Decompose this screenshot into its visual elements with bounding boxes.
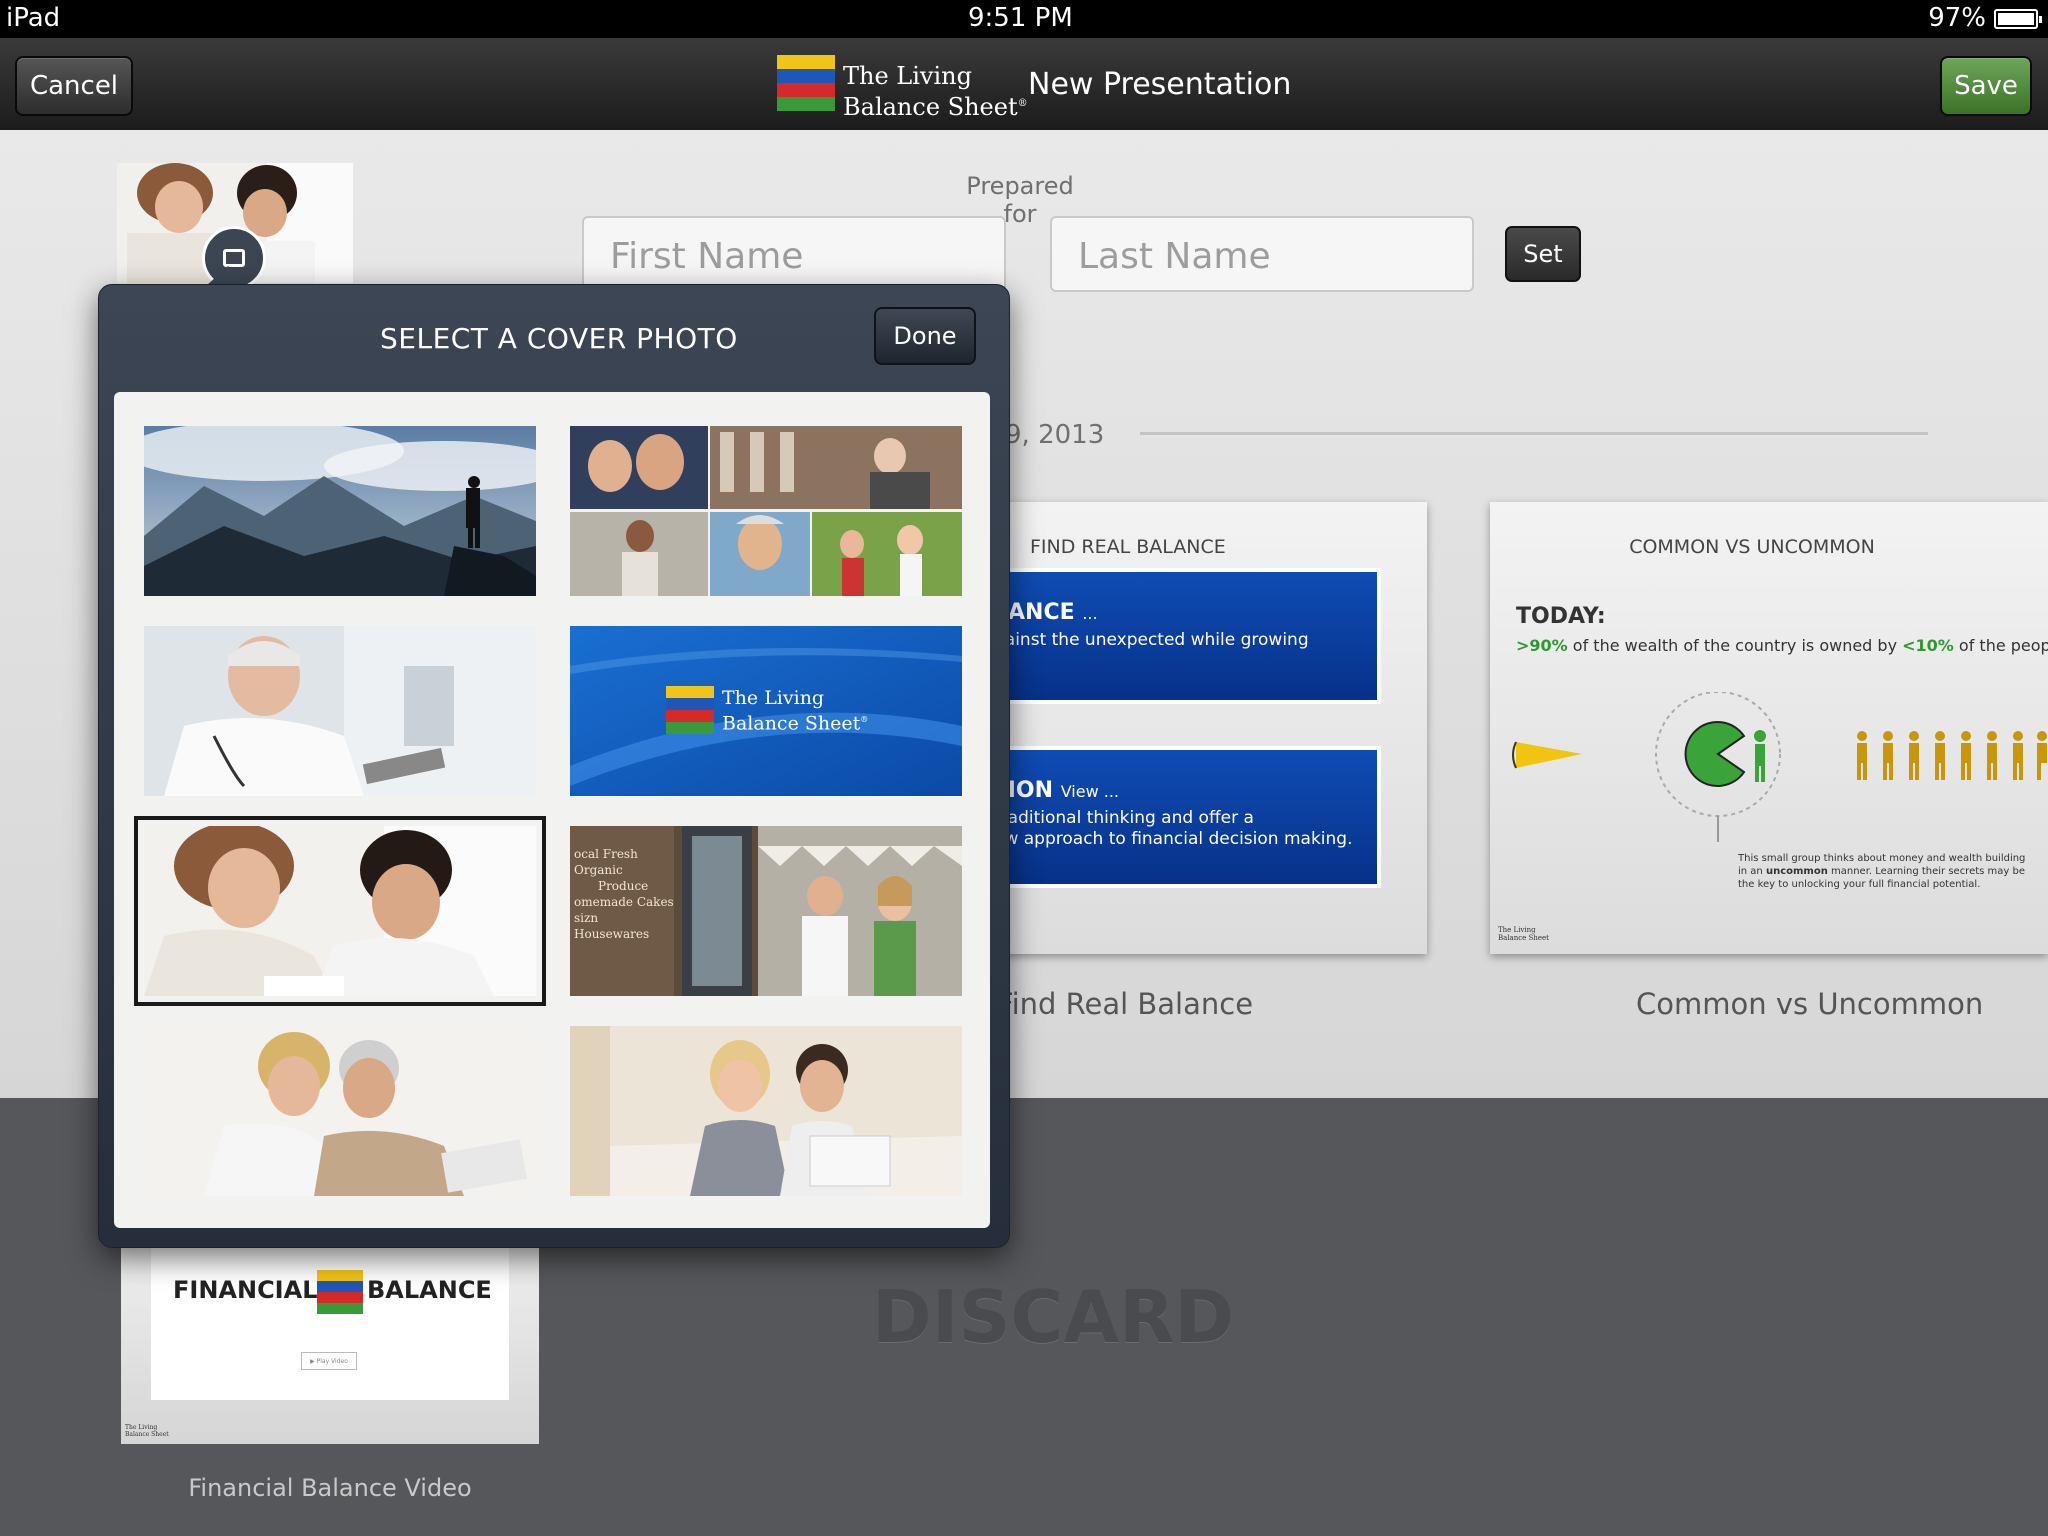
done-button[interactable]: Done: [874, 307, 976, 365]
brand-name: The Living Balance Sheet®: [843, 62, 1028, 121]
cover-photo-store-owners[interactable]: ocal Fresh Organic Produce omemade Cakes…: [570, 826, 962, 996]
cover-photo-mother-son[interactable]: [134, 816, 546, 1006]
popover-title: SELECT A COVER PHOTO: [380, 322, 738, 355]
slide-caption: Common vs Uncommon: [1636, 987, 1984, 1021]
slide-panel: MON View ... traditional thinking and of…: [990, 746, 1381, 888]
cover-photo-brand-logo[interactable]: The Living Balance Sheet®: [570, 626, 962, 796]
device-label: iPad: [6, 3, 61, 33]
slide-note: This small group thinks about money and …: [1738, 853, 2026, 890]
popover-arrow: [206, 266, 250, 286]
cover-photo-young-couple[interactable]: [570, 1026, 962, 1196]
cover-photo-family-collage[interactable]: [570, 426, 962, 596]
slide-find-real-balance[interactable]: FIND REAL BALANCE LANCE ... gainst the u…: [990, 502, 1427, 954]
set-button[interactable]: Set: [1505, 226, 1581, 282]
slide-common-vs-uncommon[interactable]: COMMON VS UNCOMMON TODAY: >90% of the we…: [1490, 502, 2048, 954]
slide-logo: The Living Balance Sheet: [125, 1424, 169, 1438]
video-word: BALANCE: [367, 1276, 492, 1304]
wealth-stat: >90% of the wealth of the country is own…: [1516, 636, 2048, 655]
store-sign: ocal Fresh Organic Produce omemade Cakes…: [574, 847, 674, 941]
presentation-date: 9, 2013: [1005, 420, 1105, 450]
battery-icon: [1994, 9, 2042, 29]
brand-name: The Living Balance Sheet®: [722, 687, 869, 735]
first-name-field[interactable]: First Name: [582, 216, 1006, 292]
slide-title: FIND REAL BALANCE: [1030, 536, 1226, 558]
video-preview: FINANCIAL BALANCE ▶ Play Video: [151, 1246, 509, 1400]
slide-caption: Financial Balance Video: [188, 1474, 472, 1502]
wealth-graphic: [1512, 692, 2047, 842]
brand-logo-icon: [777, 55, 835, 111]
divider: [1140, 432, 1928, 435]
slide-logo: The Living Balance Sheet: [1498, 926, 1549, 942]
cover-photo-doctor[interactable]: [144, 626, 536, 796]
video-word: FINANCIAL: [173, 1276, 318, 1304]
page-title: New Presentation: [1028, 67, 1292, 102]
slide-caption: Find Real Balance: [997, 987, 1254, 1021]
cancel-button[interactable]: Cancel: [15, 56, 133, 116]
cover-photo-mountain[interactable]: [144, 426, 536, 596]
cover-photo-grid: The Living Balance Sheet® ocal Fresh Org…: [114, 392, 990, 1228]
slide-panel: LANCE ... gainst the unexpected while gr…: [990, 568, 1381, 704]
discard-drop-zone[interactable]: DISCARD: [872, 1275, 1234, 1359]
today-label: TODAY:: [1516, 604, 1606, 629]
last-name-field[interactable]: Last Name: [1050, 216, 1474, 292]
play-video-button[interactable]: ▶ Play Video: [301, 1352, 357, 1370]
clock: 9:51 PM: [968, 3, 1073, 33]
cover-photo-senior-couple[interactable]: [144, 1026, 536, 1196]
slide-title: COMMON VS UNCOMMON: [1629, 536, 1875, 558]
save-button[interactable]: Save: [1940, 56, 2032, 116]
photo-icon: [223, 249, 245, 267]
status-bar: iPad 9:51 PM 97%: [0, 0, 2048, 38]
battery-percent: 97%: [1928, 3, 1986, 33]
brand-logo-icon: [317, 1270, 363, 1314]
